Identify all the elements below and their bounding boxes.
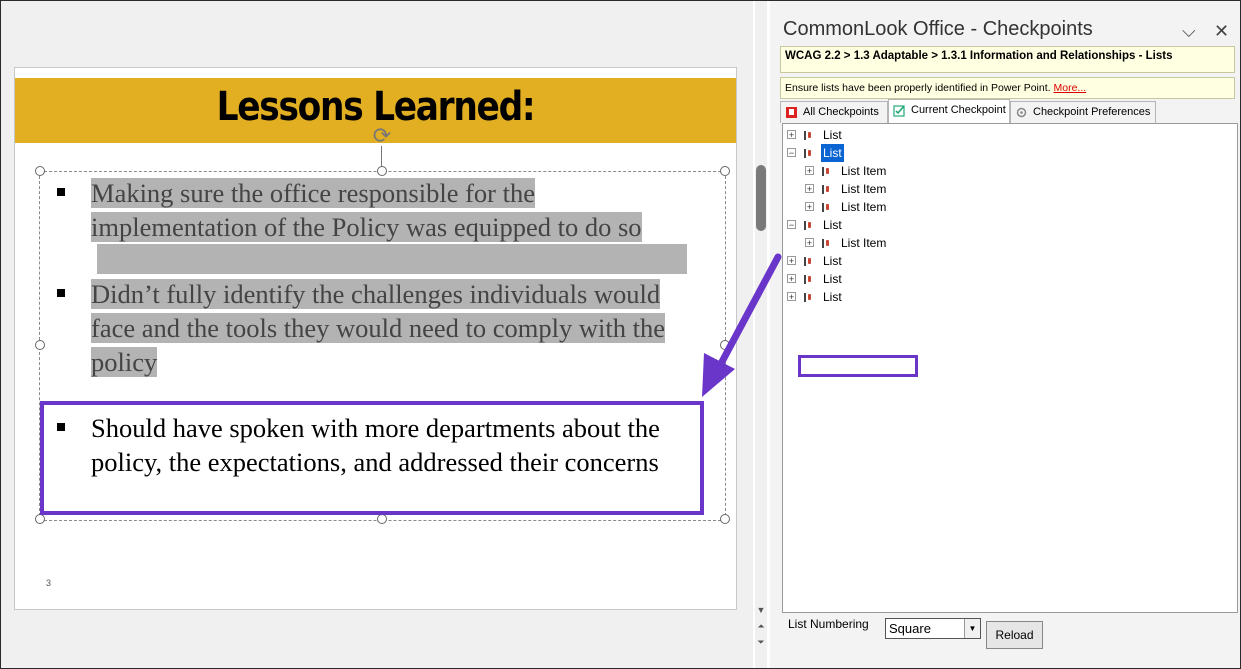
close-icon[interactable]: ✕ bbox=[1214, 21, 1229, 42]
list-item-line: face and the tools they would need to co… bbox=[91, 313, 666, 343]
tab-checkpoint-preferences[interactable]: Checkpoint Preferences bbox=[1010, 101, 1156, 123]
resize-handle-bottom[interactable] bbox=[377, 514, 387, 524]
resize-handle-top[interactable] bbox=[377, 166, 387, 176]
chevron-down-icon[interactable]: ⌵ bbox=[1182, 21, 1196, 42]
rotate-handle-icon[interactable]: ⟳ bbox=[371, 125, 393, 147]
list-icon bbox=[803, 221, 812, 230]
checkpoint-description: Ensure lists have been properly identifi… bbox=[780, 77, 1235, 99]
tree-node-label: List bbox=[823, 254, 842, 268]
next-slide-icon[interactable]: ⏷ bbox=[755, 637, 767, 648]
annotation-tree-highlight bbox=[798, 355, 918, 377]
resize-handle-top-right[interactable] bbox=[720, 166, 730, 176]
dropdown-arrow-icon[interactable]: ▼ bbox=[964, 619, 980, 638]
list-numbering-select[interactable]: Square ▼ bbox=[885, 618, 981, 639]
list-item-line: Didn’t fully identify the challenges ind… bbox=[91, 279, 661, 309]
scrollbar-thumb[interactable] bbox=[756, 165, 766, 231]
list-icon bbox=[803, 293, 812, 302]
resize-handle-left[interactable] bbox=[35, 340, 45, 350]
list-icon bbox=[803, 131, 812, 140]
bullet-square-icon bbox=[57, 188, 65, 196]
scroll-down-icon[interactable]: ▼ bbox=[755, 605, 767, 615]
list-item-1[interactable]: Making sure the office responsible for t… bbox=[91, 176, 711, 282]
more-link[interactable]: More... bbox=[1054, 82, 1087, 94]
list-icon bbox=[803, 257, 812, 266]
expand-icon[interactable]: + bbox=[805, 238, 814, 248]
tree-node-label: List Item bbox=[841, 200, 887, 214]
tree-node-label: List bbox=[823, 218, 842, 232]
tree-node-label: List Item bbox=[841, 164, 887, 178]
annotation-arrow-icon bbox=[702, 253, 782, 397]
list-item-line: Making sure the office responsible for t… bbox=[91, 178, 535, 208]
expand-icon[interactable]: + bbox=[805, 166, 814, 176]
checkpoint-breadcrumb: WCAG 2.2 > 1.3 Adaptable > 1.3.1 Informa… bbox=[780, 46, 1235, 73]
tree-node-label: List Item bbox=[841, 236, 887, 250]
tree-node-label: List bbox=[823, 272, 842, 286]
panel-title: CommonLook Office - Checkpoints bbox=[783, 18, 1093, 40]
list-item-line: policy bbox=[91, 347, 158, 377]
tree-node-label: List Item bbox=[841, 182, 887, 196]
slide-editor-area: Lessons Learned: ⟳ Making sure the offic… bbox=[1, 1, 753, 668]
list-item-line: implementation of the Policy was equippe… bbox=[91, 212, 642, 242]
previous-slide-icon[interactable]: ⏶ bbox=[755, 621, 767, 632]
list-numbering-value: Square bbox=[889, 621, 931, 636]
checklist-icon bbox=[893, 105, 905, 117]
slide[interactable]: Lessons Learned: ⟳ Making sure the offic… bbox=[14, 67, 737, 610]
tree-node-label: List bbox=[823, 290, 842, 304]
expand-icon[interactable]: + bbox=[805, 184, 814, 194]
resize-handle-bottom-left[interactable] bbox=[35, 514, 45, 524]
checkpoints-panel: CommonLook Office - Checkpoints ⌵ ✕ WCAG… bbox=[770, 1, 1240, 668]
checkpoints-flag-icon bbox=[786, 107, 797, 118]
list-icon bbox=[803, 275, 812, 284]
list-icon bbox=[803, 149, 812, 158]
tab-label: Current Checkpoint bbox=[911, 104, 1006, 116]
preferences-icon bbox=[1016, 107, 1027, 118]
collapse-icon[interactable]: − bbox=[787, 220, 796, 230]
list-item-2[interactable]: Didn’t fully identify the challenges ind… bbox=[91, 277, 711, 379]
bullet-square-icon bbox=[57, 289, 65, 297]
tab-all-checkpoints[interactable]: All Checkpoints bbox=[780, 101, 888, 123]
reload-button[interactable]: Reload bbox=[986, 621, 1043, 649]
resize-handle-top-left[interactable] bbox=[35, 166, 45, 176]
tree-node-label: List bbox=[823, 128, 842, 142]
description-text: Ensure lists have been properly identifi… bbox=[785, 82, 1051, 94]
list-item-icon bbox=[821, 167, 830, 176]
list-item-icon bbox=[821, 239, 830, 248]
tab-label: All Checkpoints bbox=[803, 106, 879, 118]
expand-icon[interactable]: + bbox=[805, 202, 814, 212]
list-item-icon bbox=[821, 185, 830, 194]
empty-highlighted-line bbox=[97, 244, 687, 274]
slide-number: 3 bbox=[46, 578, 52, 588]
list-item-icon bbox=[821, 203, 830, 212]
checkpoint-tree[interactable]: + List − List + List Item + List Item + … bbox=[782, 123, 1238, 613]
tab-current-checkpoint[interactable]: Current Checkpoint bbox=[888, 99, 1010, 123]
list-numbering-label: List Numbering bbox=[788, 617, 869, 631]
collapse-icon[interactable]: − bbox=[787, 148, 796, 158]
annotation-highlight-box bbox=[40, 401, 704, 515]
tree-node-label: List bbox=[821, 144, 844, 162]
expand-icon[interactable]: + bbox=[787, 130, 796, 140]
resize-handle-bottom-right[interactable] bbox=[720, 514, 730, 524]
tab-label: Checkpoint Preferences bbox=[1033, 106, 1151, 118]
